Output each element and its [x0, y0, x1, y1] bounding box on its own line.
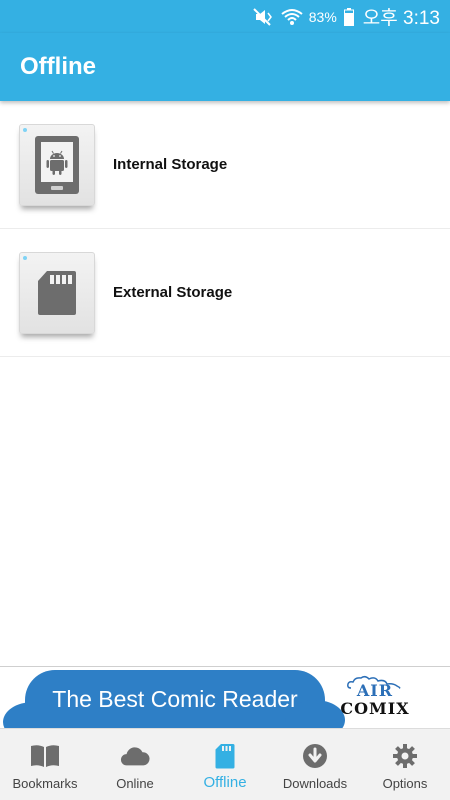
- logo-comix-text: COMIX: [340, 699, 410, 718]
- indicator-dot: [23, 255, 27, 260]
- sd-card-icon: [210, 742, 240, 770]
- status-bar: 83% 오후 3:13: [0, 0, 450, 33]
- bottom-nav: Bookmarks Online Offline Downloads Optio…: [0, 728, 450, 800]
- nav-offline[interactable]: Offline: [180, 729, 270, 800]
- download-icon: [300, 742, 330, 770]
- nav-label: Offline: [203, 774, 247, 791]
- storage-item-external[interactable]: External Storage: [0, 229, 450, 357]
- nav-label: Online: [116, 776, 154, 791]
- sd-card-icon: [38, 270, 76, 315]
- nav-label: Bookmarks: [12, 776, 78, 791]
- nav-options[interactable]: Options: [360, 729, 450, 800]
- storage-item-label: External Storage: [113, 284, 233, 301]
- app-bar: Offline: [0, 33, 450, 101]
- gear-icon: [390, 742, 420, 770]
- ad-headline: The Best Comic Reader: [52, 685, 298, 712]
- logo-air-text: AIR: [356, 681, 394, 700]
- nav-bookmarks[interactable]: Bookmarks: [0, 729, 90, 800]
- storage-item-label: Internal Storage: [113, 156, 228, 173]
- android-phone-icon: [35, 135, 79, 194]
- battery-icon: [343, 7, 355, 27]
- storage-tile: [19, 251, 95, 334]
- ad-banner[interactable]: The Best Comic Reader AIR COMIX: [0, 666, 450, 728]
- storage-list: Internal Storage External Storage: [0, 101, 450, 357]
- nav-label: Downloads: [282, 776, 348, 791]
- nav-label: Options: [382, 776, 428, 791]
- mute-icon: [253, 7, 275, 27]
- storage-tile: [19, 123, 95, 206]
- indicator-dot: [23, 127, 27, 132]
- cloud-icon: [120, 742, 150, 770]
- storage-item-internal[interactable]: Internal Storage: [0, 101, 450, 229]
- nav-downloads[interactable]: Downloads: [270, 729, 360, 800]
- battery-percent: 83%: [308, 8, 337, 25]
- nav-online[interactable]: Online: [90, 729, 180, 800]
- book-icon: [30, 742, 60, 770]
- wifi-icon: [281, 7, 303, 27]
- aircomix-logo: AIR COMIX: [338, 675, 412, 723]
- page-title: Offline: [20, 53, 96, 80]
- clock: 오후 3:13: [362, 8, 440, 29]
